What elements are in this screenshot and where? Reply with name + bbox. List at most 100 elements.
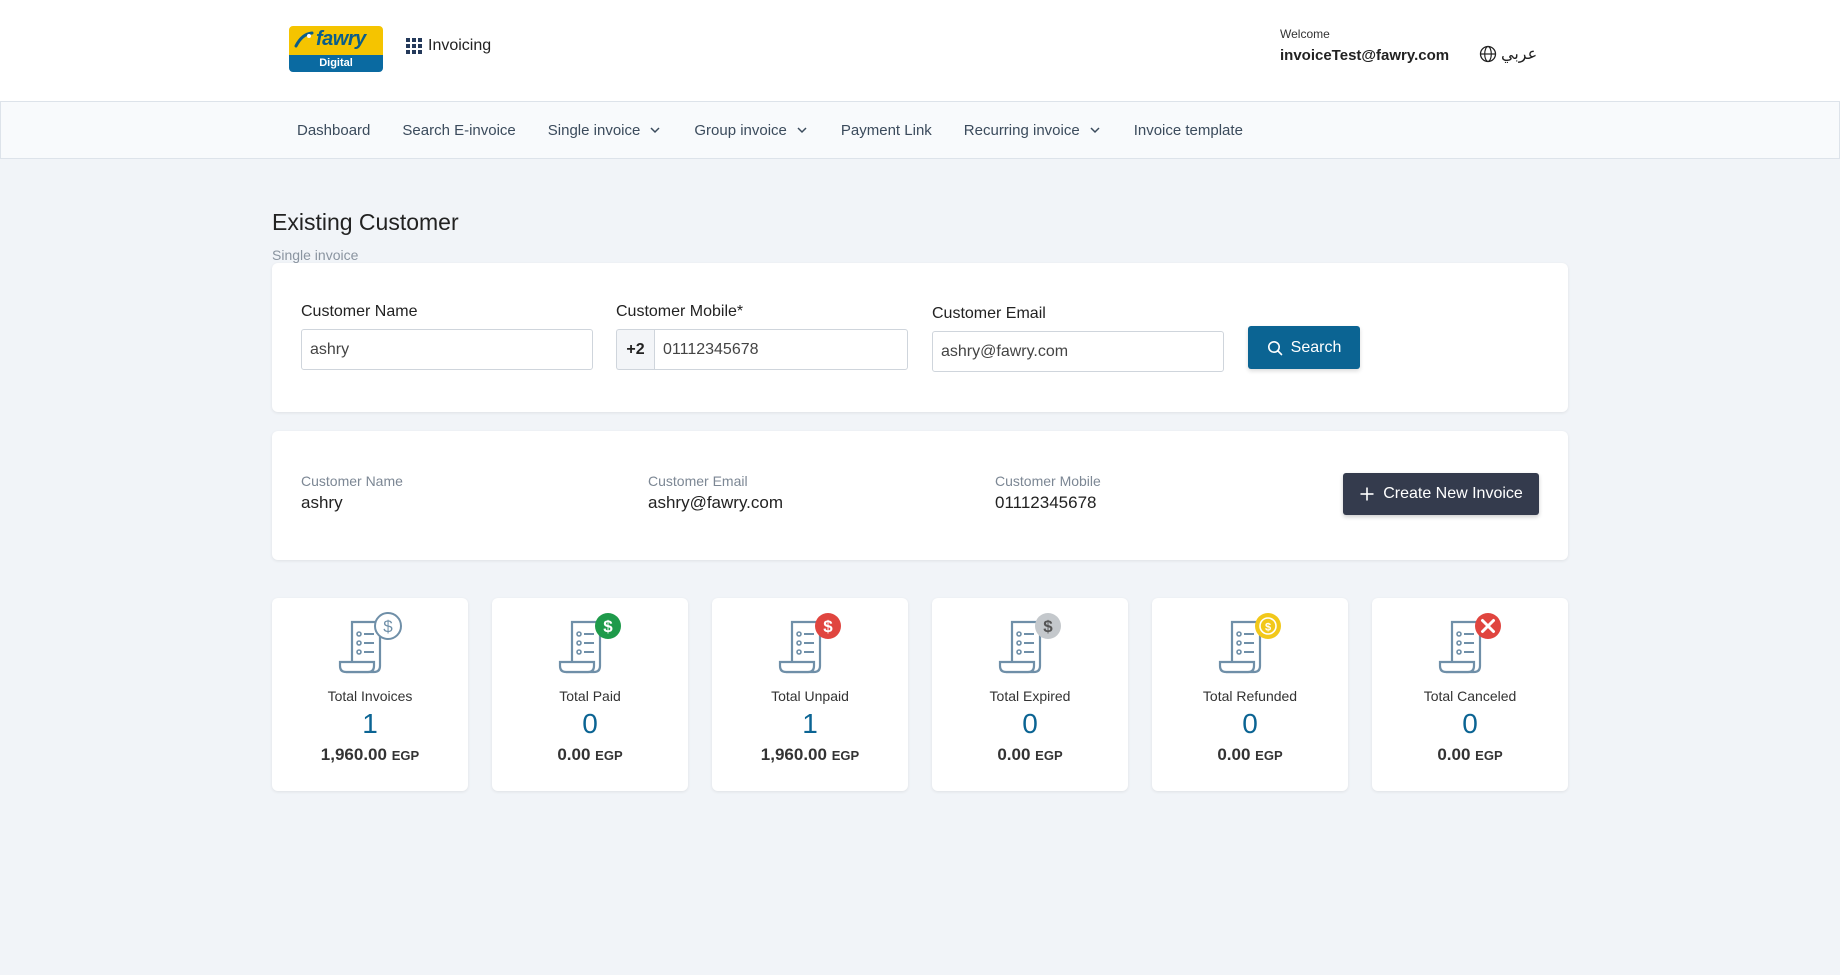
logo-brand-text: fawry: [316, 28, 366, 50]
stat-label: Total Canceled: [1423, 688, 1517, 704]
info-customer-mobile: Customer Mobile 01112345678: [995, 473, 1101, 513]
stat-amount-value: 1,960.00: [320, 745, 387, 764]
language-switch[interactable]: عربي: [1479, 44, 1537, 64]
page-subtitle: Single invoice: [272, 247, 359, 263]
search-button-label: Search: [1290, 338, 1342, 356]
stat-card-total-unpaid: $ Total Unpaid 1 1,960.00 EGP: [712, 598, 908, 791]
customer-email-label: Customer Email: [932, 305, 1046, 322]
stat-currency: EGP: [391, 748, 420, 763]
stat-count: 0: [1242, 708, 1258, 739]
create-new-invoice-button[interactable]: Create New Invoice: [1343, 473, 1539, 515]
nav-label: Invoice template: [1133, 121, 1243, 139]
nav-group-invoice[interactable]: Group invoice: [694, 122, 809, 139]
receipt-dollar-icon: $: [338, 612, 402, 674]
language-label: عربي: [1501, 46, 1538, 63]
nav-recurring-invoice[interactable]: Recurring invoice: [964, 122, 1102, 139]
svg-text:$: $: [603, 617, 613, 636]
nav-label: Recurring invoice: [963, 121, 1080, 139]
apps-grid-icon: [406, 38, 422, 54]
plus-icon: [1360, 487, 1374, 501]
nav-dashboard[interactable]: Dashboard: [297, 122, 370, 139]
stat-card-total-refunded: $ Total Refunded 0 0.00 EGP: [1152, 598, 1348, 791]
info-email-value: ashry@fawry.com: [648, 493, 784, 512]
stat-amount-value: 0.00: [1437, 745, 1471, 764]
receipt-paid-icon: $: [558, 613, 621, 674]
stat-currency: EGP: [1035, 748, 1063, 763]
stat-amount-value: 0.00: [997, 745, 1031, 764]
chevron-down-icon: [1090, 127, 1100, 134]
receipt-refunded-icon: $: [1218, 613, 1281, 674]
stat-card-total-paid: $ Total Paid 0 0.00 EGP: [492, 598, 688, 791]
nav-single-invoice[interactable]: Single invoice: [548, 122, 663, 139]
receipt-canceled-icon: [1438, 613, 1501, 674]
app-name: Invoicing: [428, 37, 492, 54]
stat-amount: 0.00 EGP: [492, 745, 688, 765]
stat-count: 1: [802, 708, 818, 739]
svg-text:$: $: [1043, 617, 1053, 636]
nav-label: Dashboard: [297, 121, 371, 139]
stat-amount-value: 1,960.00: [760, 745, 827, 764]
stat-label: Total Paid: [559, 688, 621, 704]
info-customer-name: Customer Name ashry: [301, 473, 403, 513]
stat-card-total-canceled: Total Canceled 0 0.00 EGP: [1372, 598, 1568, 791]
customer-name-input[interactable]: [301, 329, 593, 370]
header: fawry Digital Invoicing Welcome invoiceT…: [0, 0, 1840, 101]
mobile-country-prefix: +2: [616, 329, 654, 370]
svg-text:$: $: [1265, 622, 1271, 634]
welcome-label: Welcome: [1280, 27, 1330, 41]
nav-invoice-template[interactable]: Invoice template: [1134, 122, 1243, 139]
stat-card-total-expired: $ Total Expired 0 0.00 EGP: [932, 598, 1128, 791]
stat-amount-value: 0.00: [1217, 745, 1251, 764]
customer-search-card: Customer Name Customer Mobile* +2 Custom…: [272, 263, 1568, 412]
stat-amount: 1,960.00 EGP: [272, 745, 468, 765]
stat-amount: 0.00 EGP: [1152, 745, 1348, 765]
stat-currency: EGP: [1255, 748, 1283, 763]
stat-card-total-invoices: $ Total Invoices 1 1,960.00 EGP: [272, 598, 468, 791]
stat-amount: 0.00 EGP: [1372, 745, 1568, 765]
customer-info-card: Customer Name ashry Customer Email ashry…: [272, 431, 1568, 560]
stat-currency: EGP: [1475, 748, 1503, 763]
info-email-label: Customer Email: [648, 473, 748, 489]
stat-label: Total Invoices: [327, 688, 413, 704]
customer-mobile-label: Customer Mobile*: [616, 303, 744, 320]
main-nav: Dashboard Search E-invoice Single invoic…: [0, 101, 1840, 159]
stat-amount: 0.00 EGP: [932, 745, 1128, 765]
receipt-expired-icon: $: [998, 613, 1061, 674]
receipt-unpaid-icon: $: [778, 613, 841, 674]
chevron-down-icon: [797, 127, 807, 134]
app-switcher[interactable]: Invoicing: [406, 37, 491, 55]
stat-label: Total Expired: [989, 688, 1071, 704]
search-button[interactable]: Search: [1248, 326, 1360, 369]
fawry-logo[interactable]: fawry Digital: [289, 26, 383, 72]
info-customer-email: Customer Email ashry@fawry.com: [648, 473, 783, 513]
search-icon: [1267, 340, 1282, 355]
svg-text:$: $: [383, 617, 393, 636]
stat-currency: EGP: [831, 748, 860, 763]
nav-label: Group invoice: [694, 121, 787, 139]
nav-search-e-invoice[interactable]: Search E-invoice: [402, 122, 515, 139]
info-name-value: ashry: [301, 493, 343, 512]
nav-label: Single invoice: [547, 121, 641, 139]
stat-count: 1: [362, 708, 378, 739]
chevron-down-icon: [650, 127, 660, 134]
user-email: invoiceTest@fawry.com: [1280, 47, 1450, 64]
stat-currency: EGP: [595, 748, 623, 763]
info-mobile-value: 01112345678: [995, 493, 1097, 512]
fawry-swoosh-icon: [294, 31, 314, 48]
stat-label: Total Refunded: [1202, 688, 1298, 704]
nav-label: Search E-invoice: [402, 121, 516, 139]
customer-mobile-input[interactable]: [654, 329, 908, 370]
user-welcome: Welcome invoiceTest@fawry.com: [1280, 27, 1449, 64]
customer-name-label: Customer Name: [301, 303, 418, 320]
stat-amount: 1,960.00 EGP: [712, 745, 908, 765]
info-name-label: Customer Name: [301, 473, 403, 489]
stat-count: 0: [1022, 708, 1038, 739]
globe-icon: [1479, 45, 1497, 63]
stat-amount-value: 0.00: [557, 745, 591, 764]
stat-count: 0: [1462, 708, 1478, 739]
nav-label: Payment Link: [840, 121, 932, 139]
stat-label: Total Unpaid: [771, 688, 849, 704]
create-button-label: Create New Invoice: [1383, 485, 1523, 502]
nav-payment-link[interactable]: Payment Link: [841, 122, 932, 139]
customer-email-input[interactable]: [932, 331, 1224, 372]
